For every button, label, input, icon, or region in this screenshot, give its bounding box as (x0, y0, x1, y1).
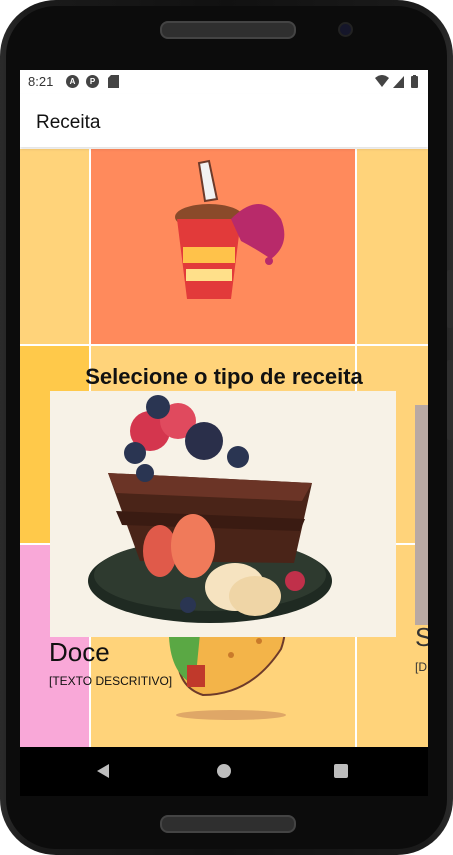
wifi-icon (375, 75, 389, 87)
signal-icon (393, 76, 404, 88)
drink-illustration (175, 159, 285, 299)
back-icon[interactable] (96, 763, 110, 779)
recipe-type-carousel: Selecione o tipo de receita Doce [TEXTO … (20, 147, 428, 747)
assistant-icon: A (66, 75, 79, 88)
app-title: Receita (36, 112, 101, 133)
top-speaker (160, 21, 296, 39)
navigation-bar (20, 747, 428, 796)
recipe-card-doce[interactable] (50, 391, 396, 637)
sync-icon: P (86, 75, 99, 88)
volume-button (447, 270, 453, 328)
drink-tile (91, 149, 355, 344)
phone-frame: 8:21 A P Receita Selecione o tipo de rec… (0, 0, 453, 855)
next-card-description: [D (415, 660, 427, 674)
system-status-icons (375, 75, 418, 88)
status-bar: 8:21 A P (20, 70, 428, 94)
chocolate-cake-illustration (88, 395, 332, 623)
screen: 8:21 A P Receita Selecione o tipo de rec… (20, 70, 428, 796)
home-icon[interactable] (217, 764, 231, 778)
recents-icon[interactable] (334, 764, 348, 778)
power-button (447, 360, 453, 440)
background-tile (20, 149, 89, 344)
recipe-card-next[interactable] (415, 405, 428, 625)
bottom-speaker (160, 815, 296, 833)
app-bar: Receita (20, 94, 428, 147)
page-heading: Selecione o tipo de receita (85, 364, 363, 389)
background-tile (357, 149, 428, 344)
next-card-title: S (415, 622, 428, 652)
card-title: Doce (49, 637, 110, 667)
sd-card-icon (108, 75, 119, 88)
front-camera (340, 24, 351, 35)
card-description: [TEXTO DESCRITIVO] (49, 674, 173, 688)
battery-icon (411, 76, 418, 88)
status-time: 8:21 (28, 74, 54, 89)
